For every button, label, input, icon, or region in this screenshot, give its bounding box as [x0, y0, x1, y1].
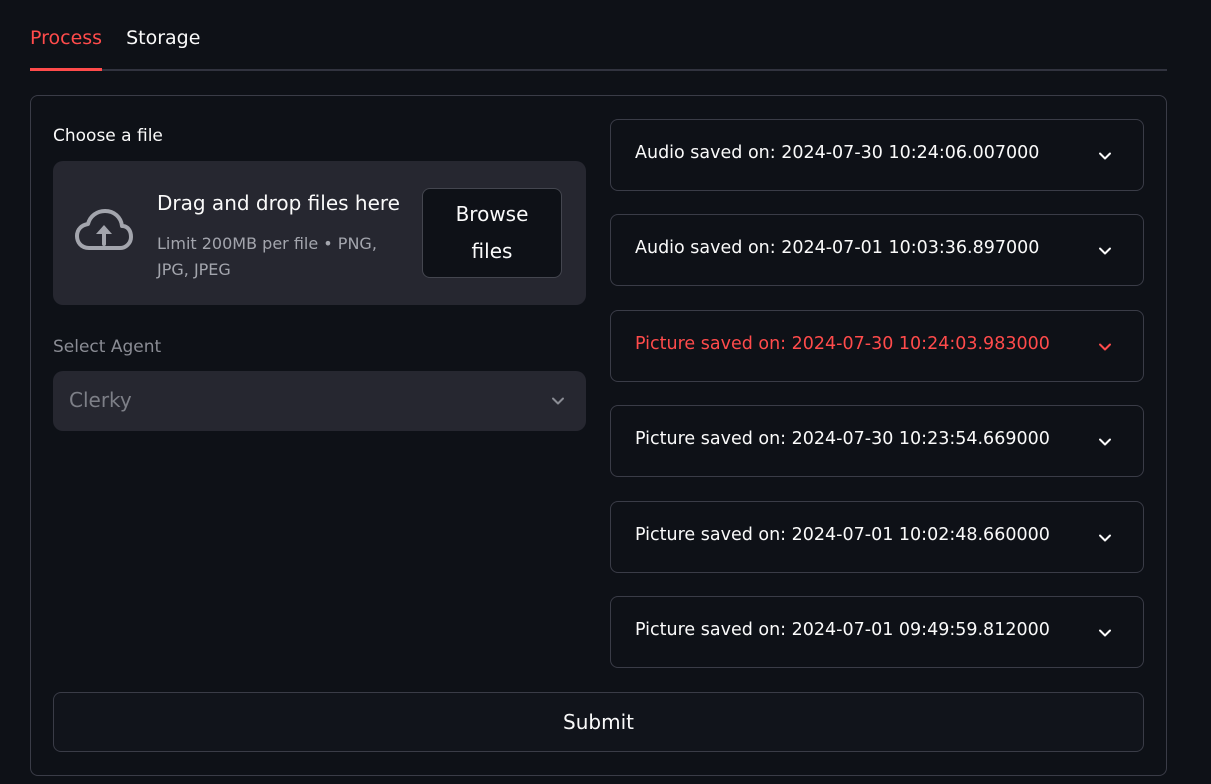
process-form: Choose a file Drag and drop files here L…: [30, 95, 1167, 776]
saved-item-expander[interactable]: Picture saved on: 2024-07-30 10:24:03.98…: [610, 310, 1144, 382]
saved-item-label: Audio saved on: 2024-07-30 10:24:06.0070…: [635, 143, 1040, 163]
browse-files-button[interactable]: Browse files: [422, 188, 562, 278]
agent-select-value: Clerky: [69, 388, 132, 412]
saved-item-expander[interactable]: Picture saved on: 2024-07-30 10:23:54.66…: [610, 405, 1144, 477]
chevron-down-icon: [1099, 534, 1111, 542]
saved-item-expander[interactable]: Audio saved on: 2024-07-30 10:24:06.0070…: [610, 119, 1144, 191]
saved-item-label: Audio saved on: 2024-07-01 10:03:36.8970…: [635, 238, 1040, 258]
tab-storage[interactable]: Storage: [126, 18, 200, 71]
dropzone-title: Drag and drop files here: [157, 191, 400, 215]
chevron-down-icon: [1099, 152, 1111, 160]
chevron-down-icon: [1099, 629, 1111, 637]
tab-bar: Process Storage: [30, 18, 1167, 71]
file-uploader-label: Choose a file: [53, 126, 163, 146]
saved-item-label: Picture saved on: 2024-07-30 10:24:03.98…: [635, 334, 1050, 354]
saved-item-expander[interactable]: Audio saved on: 2024-07-01 10:03:36.8970…: [610, 214, 1144, 286]
saved-item-label: Picture saved on: 2024-07-01 10:02:48.66…: [635, 525, 1050, 545]
tab-process[interactable]: Process: [30, 18, 103, 71]
chevron-down-icon: [1099, 247, 1111, 255]
chevron-down-icon: [1099, 343, 1111, 351]
submit-button[interactable]: Submit: [53, 692, 1144, 752]
file-dropzone[interactable]: Drag and drop files here Limit 200MB per…: [53, 161, 586, 305]
saved-item-expander[interactable]: Picture saved on: 2024-07-01 09:49:59.81…: [610, 596, 1144, 668]
agent-select[interactable]: Clerky: [53, 371, 586, 431]
select-agent-label: Select Agent: [53, 337, 162, 357]
saved-item-expander[interactable]: Picture saved on: 2024-07-01 10:02:48.66…: [610, 501, 1144, 573]
saved-item-label: Picture saved on: 2024-07-01 09:49:59.81…: [635, 620, 1050, 640]
cloud-upload-icon: [75, 209, 133, 250]
chevron-down-icon: [552, 397, 564, 405]
chevron-down-icon: [1099, 438, 1111, 446]
saved-item-label: Picture saved on: 2024-07-30 10:23:54.66…: [635, 429, 1050, 449]
dropzone-limit-text: Limit 200MB per file • PNG, JPG, JPEG: [157, 234, 377, 279]
